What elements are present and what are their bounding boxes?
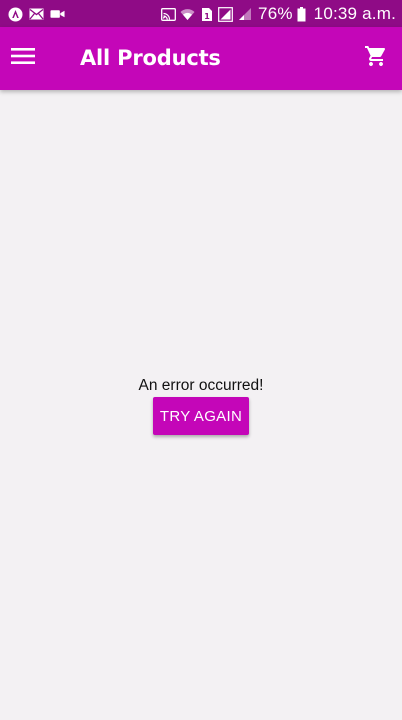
app-notification-icon <box>8 7 23 22</box>
error-state: An error occurred! TRY AGAIN <box>0 376 402 435</box>
svg-text:1: 1 <box>204 12 210 21</box>
status-bar: 1 76% 10:39 a.m. <box>0 0 402 27</box>
video-icon <box>50 7 65 22</box>
status-notifications <box>8 6 65 22</box>
signal-weak-icon <box>237 7 252 22</box>
signal-icon <box>218 6 233 22</box>
sim-icon: 1 <box>199 7 214 22</box>
app-bar: All Products <box>0 27 402 90</box>
error-message: An error occurred! <box>138 377 264 394</box>
battery-percent: 76% <box>258 4 293 23</box>
wifi-icon <box>180 7 195 22</box>
cart-button[interactable] <box>360 42 392 74</box>
battery-icon <box>297 6 306 22</box>
menu-button[interactable] <box>5 40 41 76</box>
status-system: 1 76% 10:39 a.m. <box>161 3 396 25</box>
clock: 10:39 a.m. <box>313 4 396 23</box>
mail-icon <box>29 7 44 22</box>
shopping-cart-icon <box>364 44 388 73</box>
cast-icon <box>161 7 176 22</box>
main-content: An error occurred! TRY AGAIN <box>0 90 402 720</box>
menu-icon <box>11 47 35 70</box>
page-title: All Products <box>80 46 221 70</box>
try-again-button[interactable]: TRY AGAIN <box>153 397 249 435</box>
